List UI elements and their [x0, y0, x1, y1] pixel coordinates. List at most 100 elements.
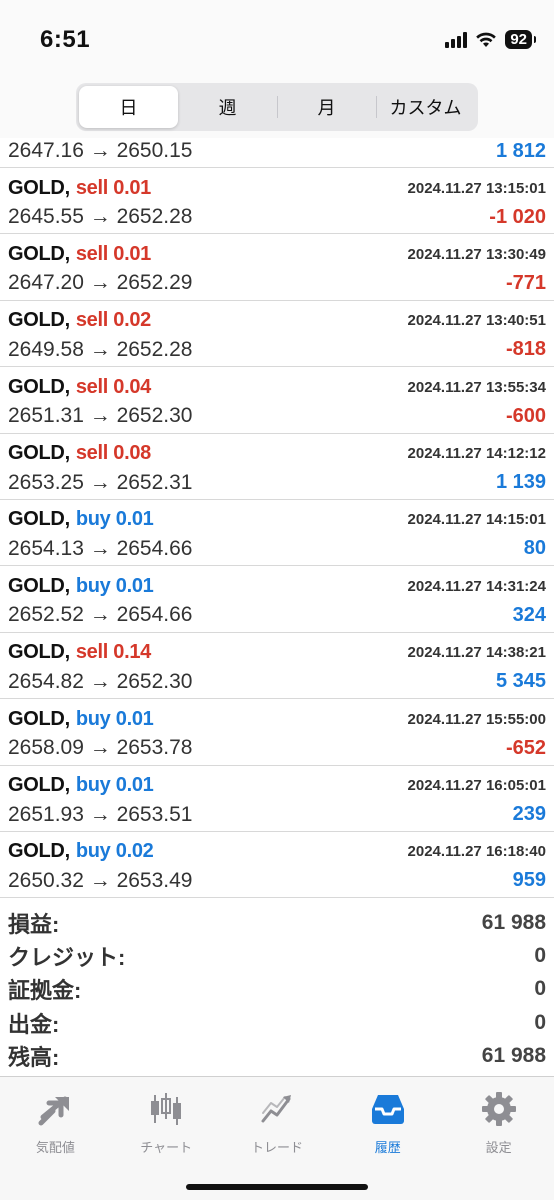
trade-icon	[257, 1089, 297, 1129]
trade-side: sell 0.01	[75, 242, 151, 265]
trade-side: sell 0.01	[75, 176, 151, 199]
status-time: 6:51	[40, 26, 91, 53]
trade-title: GOLD, buy 0.01	[8, 707, 154, 731]
trade-prices: 2647.16 → 2650.15	[8, 139, 193, 162]
status-icons: 92	[445, 30, 536, 49]
trade-row[interactable]: GOLD, sell 0.01 2024.11.27 13:15:01 2645.55…	[0, 168, 554, 235]
trade-profit: -771	[505, 271, 546, 294]
trade-side: sell 0.04	[75, 375, 151, 398]
history-icon	[368, 1089, 408, 1129]
trade-symbol: GOLD,	[8, 508, 70, 531]
trade-symbol: GOLD,	[8, 375, 70, 398]
summary-value: 61 988	[481, 1044, 546, 1068]
segment-custom[interactable]: カスタム	[376, 86, 475, 128]
trade-profit: 239	[512, 803, 546, 826]
trade-row[interactable]: GOLD, buy 0.01 2024.11.27 14:15:01 2654.13 …	[0, 500, 554, 567]
trade-profit: -652	[505, 736, 546, 759]
trade-title: GOLD, sell 0.04	[8, 376, 151, 399]
trade-prices: 2651.31 → 2652.30	[8, 404, 193, 428]
trade-title: GOLD, buy 0.01	[8, 508, 154, 531]
trade-row[interactable]: GOLD, buy 0.02 2024.11.27 16:18:40 2650.32 …	[0, 832, 554, 899]
trade-row[interactable]: GOLD, buy 0.01 2024.11.27 15:55:00 2658.09 …	[0, 699, 554, 766]
trade-row[interactable]: GOLD, sell 0.08 2024.11.27 14:12:12 2653.25…	[0, 434, 554, 500]
trade-prices: 2650.32 → 2653.49	[8, 868, 193, 892]
trade-side: buy 0.01	[75, 707, 154, 730]
trade-datetime: 2024.11.27 14:38:21	[407, 644, 546, 662]
tab-settings[interactable]: 設定	[443, 1077, 554, 1200]
chart-icon	[146, 1089, 186, 1129]
trade-profit: 80	[523, 537, 546, 560]
trade-prices: 2654.13 → 2654.66	[8, 536, 193, 560]
trade-title: GOLD, sell 0.01	[8, 243, 151, 266]
home-indicator	[186, 1184, 368, 1190]
tab-trade[interactable]: トレード	[222, 1077, 333, 1200]
trade-datetime: 2024.11.27 15:55:00	[407, 710, 546, 728]
summary-row: 損益: 61 988	[0, 906, 554, 939]
trade-symbol: GOLD,	[8, 707, 70, 730]
summary-value: 0	[534, 977, 546, 1001]
trade-prices: 2651.93 → 2653.51	[8, 802, 193, 826]
trade-row[interactable]: GOLD, sell 0.14 2024.11.27 14:38:21 2654.82…	[0, 633, 554, 700]
summary-row: 出金: 0	[0, 1006, 554, 1039]
summary-row: 残高: 61 988	[0, 1040, 554, 1073]
trade-title: GOLD, sell 0.02	[8, 309, 151, 332]
trade-side: sell 0.08	[75, 442, 151, 465]
trade-profit: -600	[505, 404, 546, 427]
summary-value: 61 988	[481, 910, 546, 934]
segment-week[interactable]: 週	[178, 86, 277, 128]
trade-symbol: GOLD,	[8, 176, 70, 199]
trade-symbol: GOLD,	[8, 242, 70, 265]
trade-profit: 1 139	[495, 471, 546, 494]
trade-prices: 2653.25 → 2652.31	[8, 470, 193, 494]
trade-datetime: 2024.11.27 14:12:12	[407, 445, 546, 463]
trade-row[interactable]: GOLD, buy 0.01 2024.11.27 14:31:24 2652.52 …	[0, 566, 554, 633]
trade-profit: 5 345	[495, 670, 546, 693]
trade-symbol: GOLD,	[8, 774, 70, 797]
trade-title: GOLD, sell 0.14	[8, 641, 151, 664]
trade-row[interactable]: GOLD, buy 0.01 2024.11.27 16:05:01 2651.93 …	[0, 766, 554, 832]
trade-datetime: 2024.11.27 14:31:24	[407, 577, 546, 595]
summary-value: 0	[534, 944, 546, 968]
segment-day[interactable]: 日	[79, 86, 178, 128]
trade-symbol: GOLD,	[8, 309, 70, 332]
summary-row: 証拠金: 0	[0, 973, 554, 1006]
trade-profit: -1 020	[489, 205, 546, 228]
tab-trade-label: トレード	[250, 1140, 303, 1155]
trade-history-list: 2647.16 → 2650.15 1 812 GOLD, sell 0.01 20…	[0, 138, 554, 899]
summary-label: クレジット:	[8, 945, 126, 971]
trade-symbol: GOLD,	[8, 442, 70, 465]
trade-title: GOLD, buy 0.01	[8, 774, 154, 797]
trade-title: GOLD, sell 0.01	[8, 177, 151, 200]
trade-datetime: 2024.11.27 13:40:51	[407, 312, 546, 330]
tab-chart[interactable]: チャート	[111, 1077, 222, 1200]
trade-row[interactable]: GOLD, sell 0.01 2024.11.27 13:30:49 2647.20…	[0, 234, 554, 301]
trade-profit: 1 812	[495, 139, 546, 162]
summary-label: 損益:	[8, 911, 60, 937]
trade-title: GOLD, buy 0.01	[8, 574, 154, 598]
trade-symbol: GOLD,	[8, 641, 70, 664]
trade-prices: 2647.20 → 2652.29	[8, 271, 193, 295]
trade-profit: 324	[512, 603, 546, 626]
account-summary: 損益: 61 988 クレジット: 0 証拠金: 0 出金: 0 残高: 61 988	[0, 906, 554, 1073]
trade-row[interactable]: GOLD, sell 0.04 2024.11.27 13:55:34 2651.31…	[0, 367, 554, 434]
quotes-icon	[35, 1089, 75, 1129]
tab-history[interactable]: 履歴	[332, 1077, 443, 1200]
tab-settings-label: 設定	[485, 1140, 512, 1155]
summary-label: 出金:	[8, 1011, 60, 1037]
trade-side: buy 0.01	[75, 574, 154, 597]
settings-icon	[479, 1089, 519, 1129]
trade-datetime: 2024.11.27 13:30:49	[407, 245, 546, 263]
trade-title: GOLD, buy 0.02	[8, 840, 154, 863]
trade-row[interactable]: GOLD, sell 0.02 2024.11.27 13:40:51 2649.58…	[0, 301, 554, 368]
summary-value: 0	[534, 1010, 546, 1034]
trade-datetime: 2024.11.27 16:05:01	[407, 777, 546, 795]
trade-prices: 2652.52 → 2654.66	[8, 603, 193, 627]
tab-quotes[interactable]: 気配値	[0, 1077, 111, 1200]
tab-history-label: 履歴	[374, 1140, 401, 1155]
trade-side: sell 0.14	[75, 641, 151, 664]
trade-title: GOLD, sell 0.08	[8, 442, 151, 465]
trade-row-partial[interactable]: 2647.16 → 2650.15 1 812	[0, 138, 554, 168]
segment-month[interactable]: 月	[277, 86, 376, 128]
summary-row: クレジット: 0	[0, 939, 554, 972]
trade-side: buy 0.01	[75, 508, 154, 531]
